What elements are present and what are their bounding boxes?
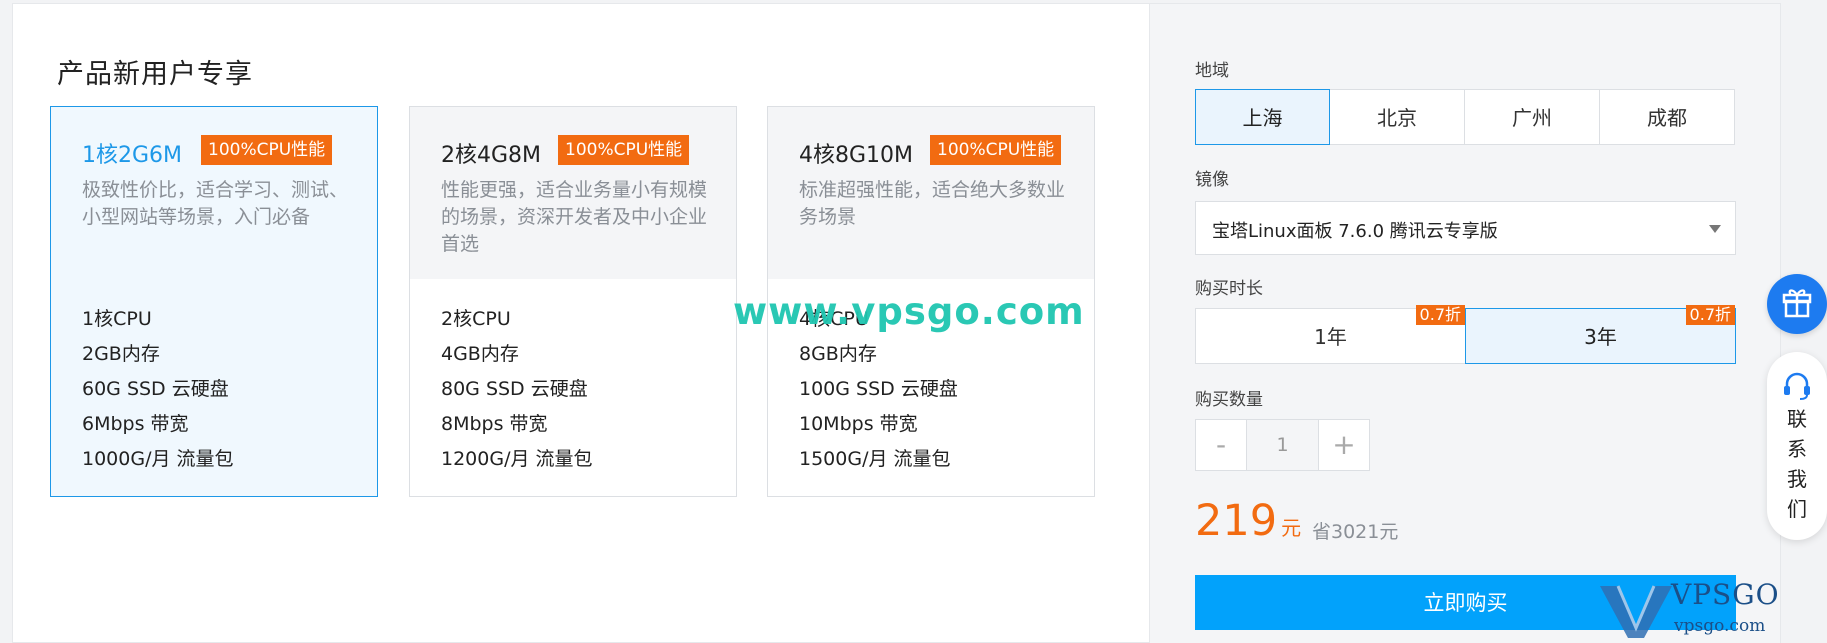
region-chengdu[interactable]: 成都 <box>1599 89 1735 145</box>
duration-1-year[interactable]: 1年 0.7折 <box>1195 305 1466 364</box>
price-value: 219 <box>1195 496 1278 546</box>
contact-us-text: 联系我们 <box>1787 407 1807 521</box>
plan-desc: 标准超强性能，适合绝大多数业务场景 <box>799 179 1066 228</box>
spec-bandwidth: 10Mbps 带宽 <box>799 413 918 435</box>
spec-memory: 8GB内存 <box>799 343 877 365</box>
spec-traffic: 1500G/月 流量包 <box>799 448 951 470</box>
plan-name: 4核8G10M <box>799 143 914 168</box>
quantity-plus-button[interactable]: + <box>1318 419 1370 471</box>
savings-text: 省3021元 <box>1312 521 1399 543</box>
duration-3-years[interactable]: 3年 0.7折 <box>1465 305 1736 364</box>
region-guangzhou[interactable]: 广州 <box>1464 89 1600 145</box>
plan-name: 1核2G6M <box>82 143 183 168</box>
spec-memory: 4GB内存 <box>441 343 519 365</box>
plan-card-1[interactable]: 1核2G6M 100%CPU性能 极致性价比，适合学习、测试、小型网站等场景，入… <box>50 106 378 497</box>
spec-traffic: 1200G/月 流量包 <box>441 448 593 470</box>
discount-badge: 0.7折 <box>1415 305 1465 325</box>
duration-label-text: 1年 <box>1314 325 1347 349</box>
duration-selector: 1年 0.7折 3年 0.7折 <box>1195 305 1736 364</box>
select-caret-icon <box>1709 225 1721 233</box>
image-label: 镜像 <box>1195 170 1229 190</box>
spec-disk: 100G SSD 云硬盘 <box>799 378 958 400</box>
image-select[interactable]: 宝塔Linux面板 7.6.0 腾讯云专享版 <box>1195 201 1736 255</box>
quantity-minus-button[interactable]: - <box>1195 419 1247 471</box>
gift-icon <box>1782 289 1812 318</box>
region-shanghai[interactable]: 上海 <box>1195 89 1330 145</box>
gift-button[interactable] <box>1767 274 1827 334</box>
plan-name: 2核4G8M <box>441 143 542 168</box>
price: 219 元 <box>1195 496 1301 546</box>
plan-card-3[interactable]: 4核8G10M 100%CPU性能 标准超强性能，适合绝大多数业务场景 4核CP… <box>767 106 1095 497</box>
plan-desc: 性能更强，适合业务量小有规模的场景，资深开发者及中小企业首选 <box>441 179 708 255</box>
plan-card-2[interactable]: 2核4G8M 100%CPU性能 性能更强，适合业务量小有规模的场景，资深开发者… <box>409 106 737 497</box>
region-beijing[interactable]: 北京 <box>1329 89 1465 145</box>
spec-traffic: 1000G/月 流量包 <box>82 448 234 470</box>
duration-label: 购买时长 <box>1195 279 1263 299</box>
spec-bandwidth: 8Mbps 带宽 <box>441 413 548 435</box>
duration-label-text: 3年 <box>1584 325 1617 349</box>
order-sidebar: 地域 上海 北京 广州 成都 镜像 宝塔Linux面板 7.6.0 腾讯云专享版… <box>1150 3 1781 643</box>
spec-bandwidth: 6Mbps 带宽 <box>82 413 189 435</box>
spec-disk: 60G SSD 云硬盘 <box>82 378 229 400</box>
price-unit: 元 <box>1281 516 1302 540</box>
quantity-label: 购买数量 <box>1195 390 1263 410</box>
spec-cpu: 1核CPU <box>82 308 152 330</box>
region-label: 地域 <box>1195 61 1229 81</box>
headset-icon <box>1784 372 1810 400</box>
image-select-value: 宝塔Linux面板 7.6.0 腾讯云专享版 <box>1212 221 1498 242</box>
plan-specs: 1核CPU 2GB内存 60G SSD 云硬盘 6Mbps 带宽 1000G/月… <box>82 302 234 477</box>
spec-disk: 80G SSD 云硬盘 <box>441 378 588 400</box>
plan-desc: 极致性价比，适合学习、测试、小型网站等场景，入门必备 <box>82 179 349 228</box>
cpu-badge: 100%CPU性能 <box>201 135 333 165</box>
plan-specs: 4核CPU 8GB内存 100G SSD 云硬盘 10Mbps 带宽 1500G… <box>799 302 958 477</box>
buy-now-button[interactable]: 立即购买 <box>1195 575 1736 630</box>
plan-specs: 2核CPU 4GB内存 80G SSD 云硬盘 8Mbps 带宽 1200G/月… <box>441 302 593 477</box>
product-panel: 产品新用户专享 1核2G6M 100%CPU性能 极致性价比，适合学习、测试、小… <box>12 3 1150 643</box>
quantity-stepper: - + <box>1195 419 1370 471</box>
page-title: 产品新用户专享 <box>57 59 253 90</box>
region-selector: 上海 北京 广州 成都 <box>1195 89 1735 145</box>
cpu-badge: 100%CPU性能 <box>558 135 690 165</box>
spec-cpu: 4核CPU <box>799 308 869 330</box>
discount-badge: 0.7折 <box>1685 305 1735 325</box>
spec-cpu: 2核CPU <box>441 308 511 330</box>
spec-memory: 2GB内存 <box>82 343 160 365</box>
contact-us-button[interactable]: 联系我们 <box>1767 352 1827 540</box>
cpu-badge: 100%CPU性能 <box>930 135 1062 165</box>
quantity-input[interactable] <box>1247 419 1318 471</box>
